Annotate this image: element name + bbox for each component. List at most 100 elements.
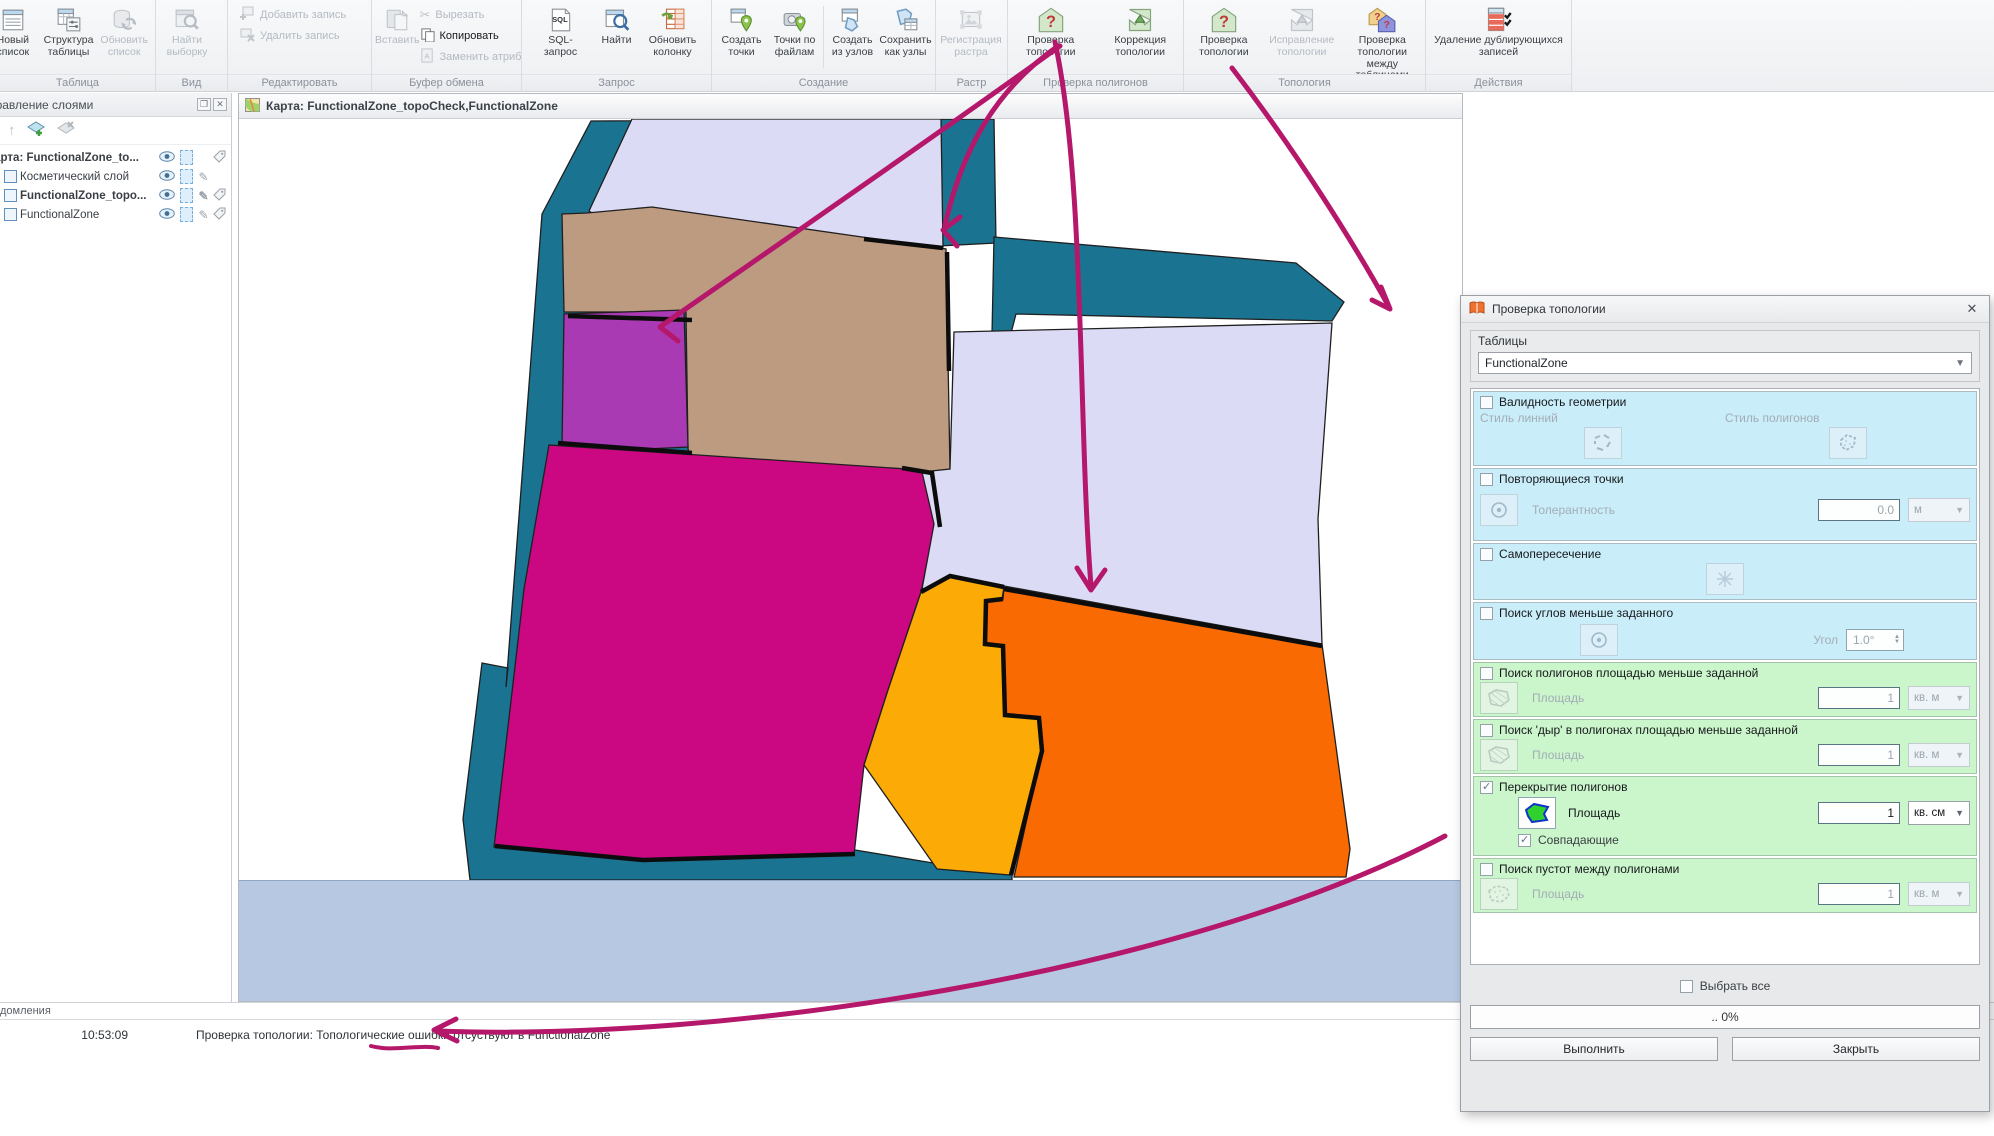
dialog-close-icon[interactable]: ✕	[1963, 301, 1981, 317]
group-label-polygon-check: Проверка полигонов	[1008, 74, 1183, 91]
edit-pencil-icon[interactable]: ✎	[196, 189, 211, 203]
save-as-nodes-button[interactable]: Сохранить как узлы	[879, 2, 932, 59]
refresh-list-button[interactable]: Обновить список	[96, 2, 152, 59]
layer-row-functionalzone[interactable]: FunctionalZone ✎	[0, 205, 231, 224]
small-angles-style-button[interactable]	[1580, 624, 1618, 656]
panel-restore-icon[interactable]: ❐	[197, 98, 211, 111]
ribbon-group-topology: ? Проверка топологии Исправление тополог…	[1184, 0, 1426, 91]
cut-item[interactable]: ✂ Вырезать	[420, 6, 521, 23]
dialog-titlebar[interactable]: Проверка топологии ✕	[1461, 296, 1989, 323]
voids-area-input[interactable]	[1818, 883, 1900, 905]
create-points-button[interactable]: Создать точки	[715, 2, 768, 59]
table-structure-button[interactable]: Структура таблицы	[41, 2, 97, 59]
voids-style-button[interactable]	[1480, 878, 1518, 910]
visibility-eye-icon[interactable]	[159, 170, 175, 184]
tolerance-unit-select[interactable]: м ▼	[1908, 498, 1970, 522]
angle-spinner[interactable]: 1.0° ▲▼	[1846, 629, 1904, 651]
map-window-titlebar[interactable]: Карта: FunctionalZone_topoCheck,Function…	[239, 94, 1462, 119]
map-zone-border-band[interactable]	[992, 237, 1344, 337]
topology-check-polygons-button[interactable]: ? Проверка топологии	[1011, 2, 1091, 59]
new-list-button[interactable]: Новый список	[0, 2, 41, 59]
find-selection-button[interactable]: Найти выборку	[159, 2, 215, 59]
visibility-eye-icon[interactable]	[159, 208, 175, 222]
raster-registration-button[interactable]: Регистрация растра	[939, 2, 1003, 59]
ribbon-group-view: Найти выборку Вид	[156, 0, 228, 91]
delete-record-item[interactable]: Удалить запись	[239, 27, 346, 44]
small-polygons-checkbox[interactable]	[1480, 667, 1493, 680]
small-angles-checkbox[interactable]	[1480, 607, 1493, 620]
remove-duplicates-button[interactable]: Удаление дублирующихся записей	[1429, 2, 1568, 59]
angle-label: Угол	[1813, 633, 1838, 647]
map-canvas[interactable]	[239, 119, 1462, 880]
holes-unit-select[interactable]: кв. м ▼	[1908, 743, 1970, 767]
sql-icon: SQL	[548, 5, 574, 35]
coincident-checkbox[interactable]	[1518, 834, 1531, 847]
selectable-box-icon[interactable]	[180, 169, 193, 184]
repeating-points-checkbox[interactable]	[1480, 473, 1493, 486]
edit-pencil-icon[interactable]: ✎	[196, 170, 211, 184]
house-question-icon: ?	[1210, 5, 1238, 35]
label-tag-icon[interactable]	[213, 188, 226, 204]
sql-query-button[interactable]: SQL SQL-запрос	[533, 2, 589, 59]
repeating-points-style-button[interactable]	[1480, 494, 1518, 526]
label-tag-icon[interactable]	[213, 207, 226, 223]
update-column-button[interactable]: Обновить колонку	[645, 2, 701, 59]
visibility-eye-icon[interactable]	[159, 151, 175, 165]
chevron-down-icon: ▼	[1955, 358, 1965, 369]
find-button[interactable]: Найти	[589, 2, 645, 47]
topology-check-between-tables-button[interactable]: ?? Проверка топологии между таблицами	[1343, 2, 1422, 74]
label-tag-icon[interactable]	[213, 150, 226, 166]
selectable-box-icon[interactable]	[180, 150, 193, 165]
map-zone-magenta[interactable]	[494, 445, 935, 861]
small-polygons-style-button[interactable]	[1480, 682, 1518, 714]
remove-layer-icon[interactable]	[56, 119, 76, 142]
overlap-area-input[interactable]	[1818, 802, 1900, 824]
holes-style-button[interactable]	[1480, 739, 1518, 771]
add-record-item[interactable]: Добавить запись	[239, 6, 346, 23]
progress-bar: .. 0%	[1470, 1005, 1980, 1029]
edit-pencil-icon[interactable]: ✎	[196, 208, 211, 222]
selectable-box-icon[interactable]	[180, 207, 193, 222]
selectable-box-icon[interactable]	[180, 188, 193, 203]
geometry-validity-checkbox[interactable]	[1480, 396, 1493, 409]
close-button[interactable]: Закрыть	[1732, 1037, 1980, 1061]
map-zone-purple[interactable]	[562, 310, 688, 451]
small-polygons-area-input[interactable]	[1818, 687, 1900, 709]
replace-attrs-item[interactable]: A Заменить атрибуты	[420, 48, 521, 65]
voids-checkbox[interactable]	[1480, 863, 1493, 876]
layer-row-map[interactable]: Карта: FunctionalZone_to...	[0, 148, 231, 167]
overlap-style-button[interactable]	[1518, 797, 1556, 829]
panel-close-icon[interactable]: ✕	[213, 98, 227, 111]
overlap-unit-select[interactable]: кв. см ▼	[1908, 801, 1970, 825]
tolerance-input[interactable]	[1818, 499, 1900, 521]
points-by-files-button[interactable]: Точки по файлам	[768, 2, 821, 59]
small-polygons-unit-select[interactable]: кв. м ▼	[1908, 686, 1970, 710]
layer-row-cosmetic[interactable]: Косметический слой ✎	[0, 167, 231, 186]
holes-checkbox[interactable]	[1480, 724, 1493, 737]
spinner-arrows-icon[interactable]: ▲▼	[1894, 635, 1900, 645]
topology-check-button[interactable]: ? Проверка топологии	[1187, 2, 1261, 59]
layer-panel-toolbar: ↑	[0, 117, 231, 145]
move-layer-up-icon[interactable]: ↑	[8, 122, 16, 139]
visibility-eye-icon[interactable]	[159, 189, 175, 203]
run-button[interactable]: Выполнить	[1470, 1037, 1718, 1061]
table-select-value: FunctionalZone	[1485, 356, 1568, 370]
lines-style-button[interactable]	[1584, 427, 1622, 459]
paste-button[interactable]: Вставить	[375, 2, 420, 47]
self-intersection-style-button[interactable]	[1706, 563, 1744, 595]
table-select[interactable]: FunctionalZone ▼	[1478, 352, 1972, 374]
topology-fix-button[interactable]: Исправление топологии	[1265, 2, 1339, 59]
create-from-nodes-button[interactable]: Создать из узлов	[826, 2, 879, 59]
tables-label: Таблицы	[1478, 334, 1972, 348]
section-geometry-validity: Валидность геометрии Стиль линний Стиль …	[1473, 391, 1977, 466]
polygons-style-button[interactable]	[1829, 427, 1867, 459]
layer-row-functionalzone-topo[interactable]: FunctionalZone_topo... ✎	[0, 186, 231, 205]
add-layer-icon[interactable]	[26, 119, 46, 142]
copy-item[interactable]: Копировать	[420, 27, 521, 44]
polygon-overlap-checkbox[interactable]	[1480, 781, 1493, 794]
refresh-list-icon	[111, 5, 137, 35]
select-all-checkbox[interactable]	[1680, 980, 1693, 993]
holes-area-input[interactable]	[1818, 744, 1900, 766]
topology-correction-button[interactable]: Коррекция топологии	[1101, 2, 1181, 59]
self-intersection-checkbox[interactable]	[1480, 548, 1493, 561]
